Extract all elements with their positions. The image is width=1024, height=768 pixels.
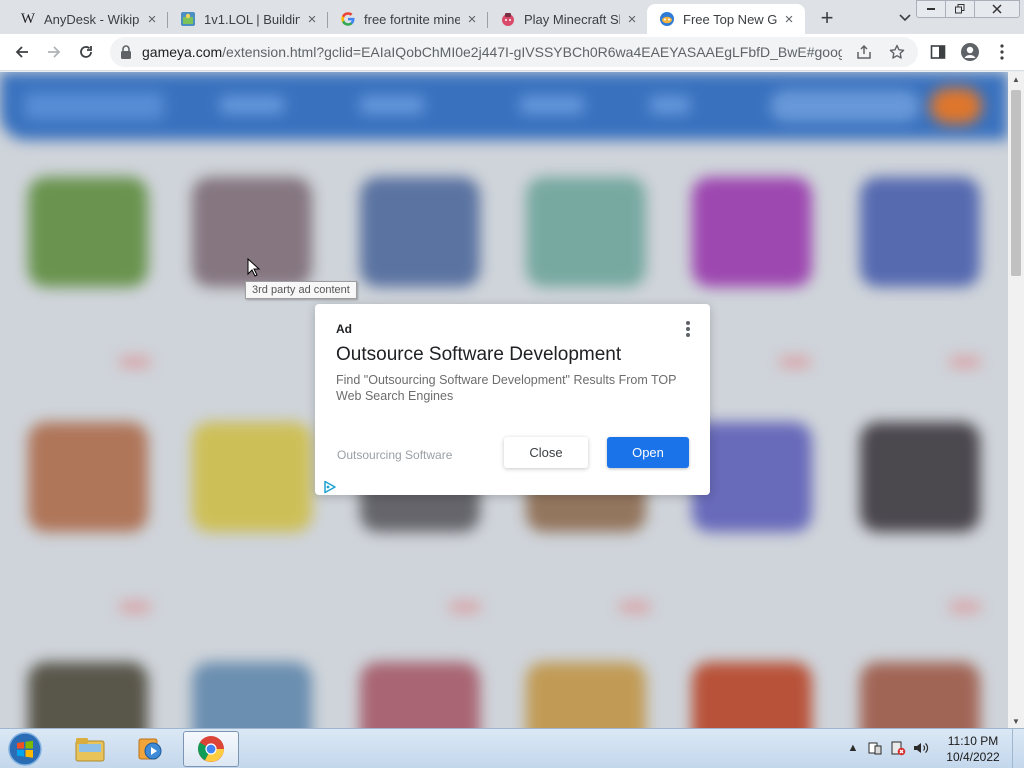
scroll-thumb[interactable] [1011,90,1021,276]
forward-arrow-icon [48,46,61,58]
side-panel-button[interactable] [924,38,952,66]
ad-description: Find "Outsourcing Software Development" … [336,373,677,403]
tab-minecraft[interactable]: Play Minecraft Sh × [488,4,648,34]
chrome-taskbar-button[interactable] [183,731,239,767]
clock-date: 10/4/2022 [946,750,1000,764]
browser-toolbar: gameya.com/extension.html?gclid=EAIaIQob… [0,34,1024,71]
tab-title: free fortnite mine [364,11,460,27]
volume-icon[interactable] [912,739,930,757]
file-explorer-icon [75,738,105,762]
bookmark-star-icon[interactable] [887,42,907,62]
back-arrow-icon [15,46,28,58]
tab-title: Free Top New Gar [683,11,777,27]
tab-title: Play Minecraft Sh [524,11,620,27]
minecraft-shop-icon [500,11,516,27]
media-player-icon [138,738,162,760]
wikipedia-icon: W [20,10,36,27]
ad-title[interactable]: Outsource Software Development [336,344,621,366]
system-clock[interactable]: 11:10 PM 10/4/2022 [940,733,1006,765]
ad-tooltip: 3rd party ad content [245,281,357,299]
share-icon[interactable] [854,42,874,62]
reload-icon [80,46,92,58]
action-center-icon[interactable] [866,739,884,757]
close-tab-icon[interactable]: × [304,11,320,28]
ad-dialog: Ad Outsource Software Development Find "… [315,304,710,495]
media-player-button[interactable] [122,731,178,767]
new-tab-button[interactable]: + [815,5,839,30]
tab-google-search[interactable]: free fortnite mine × [328,4,488,34]
restore-button[interactable] [945,0,975,18]
url-host: gameya.com [142,44,223,60]
file-explorer-button[interactable] [62,731,118,767]
adchoices-icon[interactable] [323,480,337,494]
windows-start-icon [8,732,42,766]
side-panel-icon [930,45,946,59]
network-warning-icon[interactable] [889,739,907,757]
tab-gameya[interactable]: Free Top New Gar × [647,4,805,34]
chrome-menu-button[interactable] [988,38,1016,66]
tab-strip: W AnyDesk - Wikipe × 1v1.LOL | Building … [0,0,1024,34]
close-window-button[interactable] [974,0,1020,18]
ad-advertiser[interactable]: Outsourcing Software [337,448,452,462]
taskbar: ▲ 11:10 PM 10/4/2022 [0,728,1024,768]
profile-avatar-icon [961,43,979,61]
close-tab-icon[interactable]: × [781,11,797,28]
close-tab-icon[interactable]: × [624,11,640,28]
scroll-up-arrow-icon[interactable]: ▲ [1008,72,1024,86]
show-hidden-icons-icon[interactable]: ▲ [844,739,862,757]
ad-close-button[interactable]: Close [504,437,588,468]
profile-button[interactable] [956,38,984,66]
window-controls [916,0,1020,18]
url-path: /extension.html?gclid=EAIaIQobChMI0e2j44… [222,44,842,60]
clock-time: 11:10 PM [947,734,999,748]
back-button[interactable] [8,38,36,66]
chrome-icon [198,736,224,762]
tab-search-chevron-icon[interactable] [895,8,915,28]
start-button[interactable] [6,730,44,768]
kebab-menu-icon [1000,44,1004,60]
ad-open-button[interactable]: Open [607,437,689,468]
close-tab-icon[interactable]: × [144,11,160,28]
show-desktop-button[interactable] [1012,729,1024,768]
tab-1v1lol[interactable]: 1v1.LOL | Building × [168,4,328,34]
1v1lol-icon [180,11,196,27]
address-bar[interactable]: gameya.com/extension.html?gclid=EAIaIQob… [110,37,918,67]
google-icon [340,11,356,27]
ad-label: Ad [336,322,352,336]
lock-icon[interactable] [118,44,134,60]
close-tab-icon[interactable]: × [464,11,480,28]
page-scrollbar[interactable]: ▲ ▼ [1008,72,1024,728]
gameya-icon [659,11,675,27]
reload-button[interactable] [72,38,100,66]
tab-anydesk[interactable]: W AnyDesk - Wikipe × [8,4,168,34]
scroll-down-arrow-icon[interactable]: ▼ [1008,714,1024,728]
minimize-button[interactable] [916,0,946,18]
ad-options-icon[interactable] [679,319,697,339]
url-text[interactable]: gameya.com/extension.html?gclid=EAIaIQob… [142,44,842,60]
tab-title: AnyDesk - Wikipe [44,11,140,27]
mouse-cursor-icon [247,258,261,277]
forward-button[interactable] [40,38,68,66]
tab-title: 1v1.LOL | Building [204,11,300,27]
